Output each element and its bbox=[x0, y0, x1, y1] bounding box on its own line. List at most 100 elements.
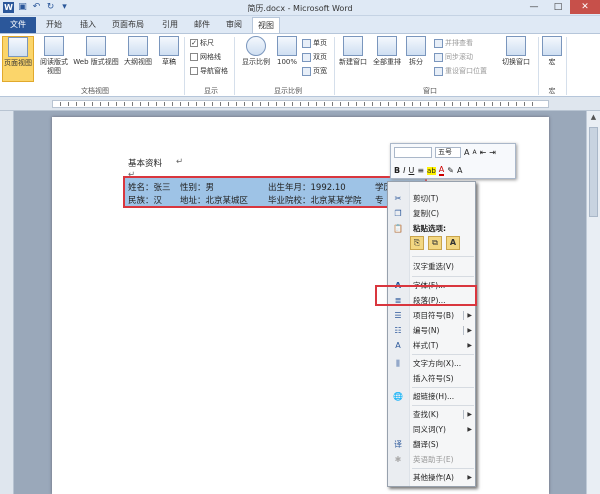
reset-window-icon bbox=[434, 66, 443, 76]
maximize-button[interactable]: □ bbox=[546, 0, 570, 14]
group-separator bbox=[566, 37, 567, 95]
font-color-icon[interactable]: A bbox=[438, 165, 445, 176]
menu-item-text-direction[interactable]: ⫼ 文字方向(X)... bbox=[388, 356, 476, 371]
selection-highlight-box bbox=[123, 176, 427, 208]
arrange-all-icon bbox=[377, 36, 397, 56]
window-controls: — □ ✕ bbox=[522, 0, 600, 14]
format-painter-icon[interactable]: ✎ bbox=[447, 166, 454, 175]
tab-review[interactable]: 审阅 bbox=[220, 17, 248, 33]
paste-text-only-icon[interactable]: A bbox=[446, 236, 460, 250]
hyperlink-icon: 🌐 bbox=[393, 392, 403, 401]
zoom-100-button[interactable]: 100% bbox=[275, 36, 299, 82]
group-window: 窗口 bbox=[423, 87, 437, 95]
context-menu: ✂ 剪切(T) ❐ 复制(C) 📋 粘贴选项: 汉字重选(V) A 字体(F)... ≣… bbox=[387, 181, 476, 487]
vertical-scrollbar[interactable]: ▲ bbox=[586, 111, 600, 494]
menu-item-numbering[interactable]: ☷ 编号(N) ▶ bbox=[388, 323, 476, 338]
scroll-thumb[interactable] bbox=[589, 127, 598, 217]
group-macros: 宏 bbox=[548, 87, 556, 95]
checkbox-empty-icon bbox=[190, 67, 198, 75]
menu-separator bbox=[412, 387, 474, 388]
side-by-side-button[interactable]: 并排查看 bbox=[434, 38, 473, 48]
font-name-field[interactable] bbox=[394, 147, 432, 158]
reset-window-button[interactable]: 重设窗口位置 bbox=[434, 66, 487, 76]
ruler-checkbox[interactable]: ✓ 标尺 bbox=[190, 38, 214, 48]
bold-icon[interactable]: B bbox=[394, 166, 400, 175]
highlight-icon[interactable]: ab bbox=[427, 166, 436, 175]
outline-view-button[interactable]: 大纲视图 bbox=[122, 36, 154, 82]
tab-mailings[interactable]: 邮件 bbox=[188, 17, 216, 33]
nav-pane-checkbox[interactable]: 导航窗格 bbox=[190, 66, 228, 76]
menu-item-bullets[interactable]: ☰ 项目符号(B) ▶ bbox=[388, 308, 476, 323]
tab-insert[interactable]: 插入 bbox=[74, 17, 102, 33]
draft-view-icon bbox=[159, 36, 179, 56]
tab-view[interactable]: 视图 bbox=[252, 17, 280, 33]
checkbox-empty-icon bbox=[190, 53, 198, 61]
macros-button[interactable]: 宏 bbox=[542, 36, 562, 82]
text-direction-icon: ⫼ bbox=[396, 359, 400, 368]
sync-scroll-icon bbox=[434, 52, 443, 62]
tab-references[interactable]: 引用 bbox=[156, 17, 184, 33]
increase-indent-icon[interactable]: ⇥ bbox=[489, 148, 496, 157]
minimize-button[interactable]: — bbox=[522, 0, 546, 14]
page-width-button[interactable]: 页宽 bbox=[302, 66, 327, 76]
two-pages-icon bbox=[302, 52, 311, 62]
gridlines-checkbox[interactable]: 网格线 bbox=[190, 52, 221, 62]
menu-item-styles[interactable]: A 样式(T) ▶ bbox=[388, 338, 476, 353]
paragraph-highlight-box bbox=[375, 285, 477, 306]
switch-window-button[interactable]: 切换窗口 bbox=[498, 36, 534, 82]
reading-view-button[interactable]: 阅读版式视图 bbox=[37, 36, 71, 82]
menu-item-copy[interactable]: ❐ 复制(C) bbox=[388, 206, 476, 221]
shrink-font-icon[interactable]: A bbox=[472, 149, 476, 156]
menu-item-english-assistant[interactable]: ✱ 英语助手(E) bbox=[388, 452, 476, 467]
sync-scroll-button[interactable]: 同步滚动 bbox=[434, 52, 473, 62]
bullets-icon: ☰ bbox=[394, 311, 402, 320]
menu-item-lookup[interactable]: 查找(K) ▶ bbox=[388, 407, 476, 422]
menu-item-synonyms[interactable]: 同义词(Y) ▶ bbox=[388, 422, 476, 437]
group-zoom: 显示比例 bbox=[274, 87, 302, 95]
paste-keep-format-icon[interactable]: ⎘ bbox=[410, 236, 424, 250]
font-size-field[interactable]: 五号 bbox=[435, 147, 461, 158]
ribbon-tabs: 文件 开始 插入 页面布局 引用 邮件 审阅 视图 bbox=[0, 16, 600, 33]
vertical-ruler[interactable] bbox=[0, 111, 14, 494]
grow-font-icon[interactable]: A bbox=[464, 148, 469, 157]
horizontal-ruler[interactable] bbox=[0, 97, 600, 111]
zoom-button[interactable]: 显示比例 bbox=[238, 36, 274, 82]
decrease-indent-icon[interactable]: ⇤ bbox=[480, 148, 487, 157]
heading-basic-info[interactable]: 基本资料 bbox=[128, 157, 162, 169]
zoom-100-icon bbox=[277, 36, 297, 56]
tab-page-layout[interactable]: 页面布局 bbox=[106, 17, 150, 33]
arrange-all-button[interactable]: 全部重排 bbox=[370, 36, 404, 82]
translate-icon: 译 bbox=[394, 440, 402, 449]
menu-item-reconvert[interactable]: 汉字重选(V) bbox=[388, 259, 476, 274]
menu-item-cut[interactable]: ✂ 剪切(T) bbox=[388, 191, 476, 206]
page-width-icon bbox=[302, 66, 311, 76]
draft-view-button[interactable]: 草稿 bbox=[156, 36, 182, 82]
macros-icon bbox=[542, 36, 562, 56]
new-window-button[interactable]: 新建窗口 bbox=[337, 36, 369, 82]
menu-separator bbox=[412, 405, 474, 406]
split-button[interactable]: 拆分 bbox=[405, 36, 427, 82]
ribbon-view: 页面视图 阅读版式视图 Web 版式视图 大纲视图 草稿 文档视图 ✓ 标尺 网格… bbox=[0, 33, 600, 97]
one-page-button[interactable]: 单页 bbox=[302, 38, 327, 48]
italic-icon[interactable]: I bbox=[403, 166, 405, 175]
menu-item-translate[interactable]: 译翻译(S) bbox=[388, 437, 476, 452]
submenu-arrow-icon: ▶ bbox=[467, 474, 472, 481]
center-align-icon[interactable]: ≡ bbox=[417, 166, 424, 175]
scroll-up-icon[interactable]: ▲ bbox=[587, 111, 600, 124]
menu-item-other-actions[interactable]: 其他操作(A) ▶ bbox=[388, 470, 476, 485]
tab-file[interactable]: 文件 bbox=[0, 17, 36, 33]
styles-icon: A bbox=[395, 341, 401, 350]
menu-item-insert-symbol[interactable]: 插入符号(S) bbox=[388, 371, 476, 386]
paste-merge-format-icon[interactable]: ⧉ bbox=[428, 236, 442, 250]
submenu-arrow-icon: ▶ bbox=[467, 411, 472, 418]
underline-icon[interactable]: U bbox=[408, 166, 414, 175]
page-view-button[interactable]: 页面视图 bbox=[2, 36, 34, 82]
two-pages-button[interactable]: 双页 bbox=[302, 52, 327, 62]
menu-item-hyperlink[interactable]: 🌐 超链接(H)... bbox=[388, 389, 476, 404]
web-view-button[interactable]: Web 版式视图 bbox=[72, 36, 120, 82]
side-by-side-icon bbox=[434, 38, 443, 48]
group-document-views: 文档视图 bbox=[81, 87, 109, 95]
tab-home[interactable]: 开始 bbox=[40, 17, 68, 33]
styles-icon[interactable]: A bbox=[457, 166, 462, 175]
close-button[interactable]: ✕ bbox=[570, 0, 600, 14]
